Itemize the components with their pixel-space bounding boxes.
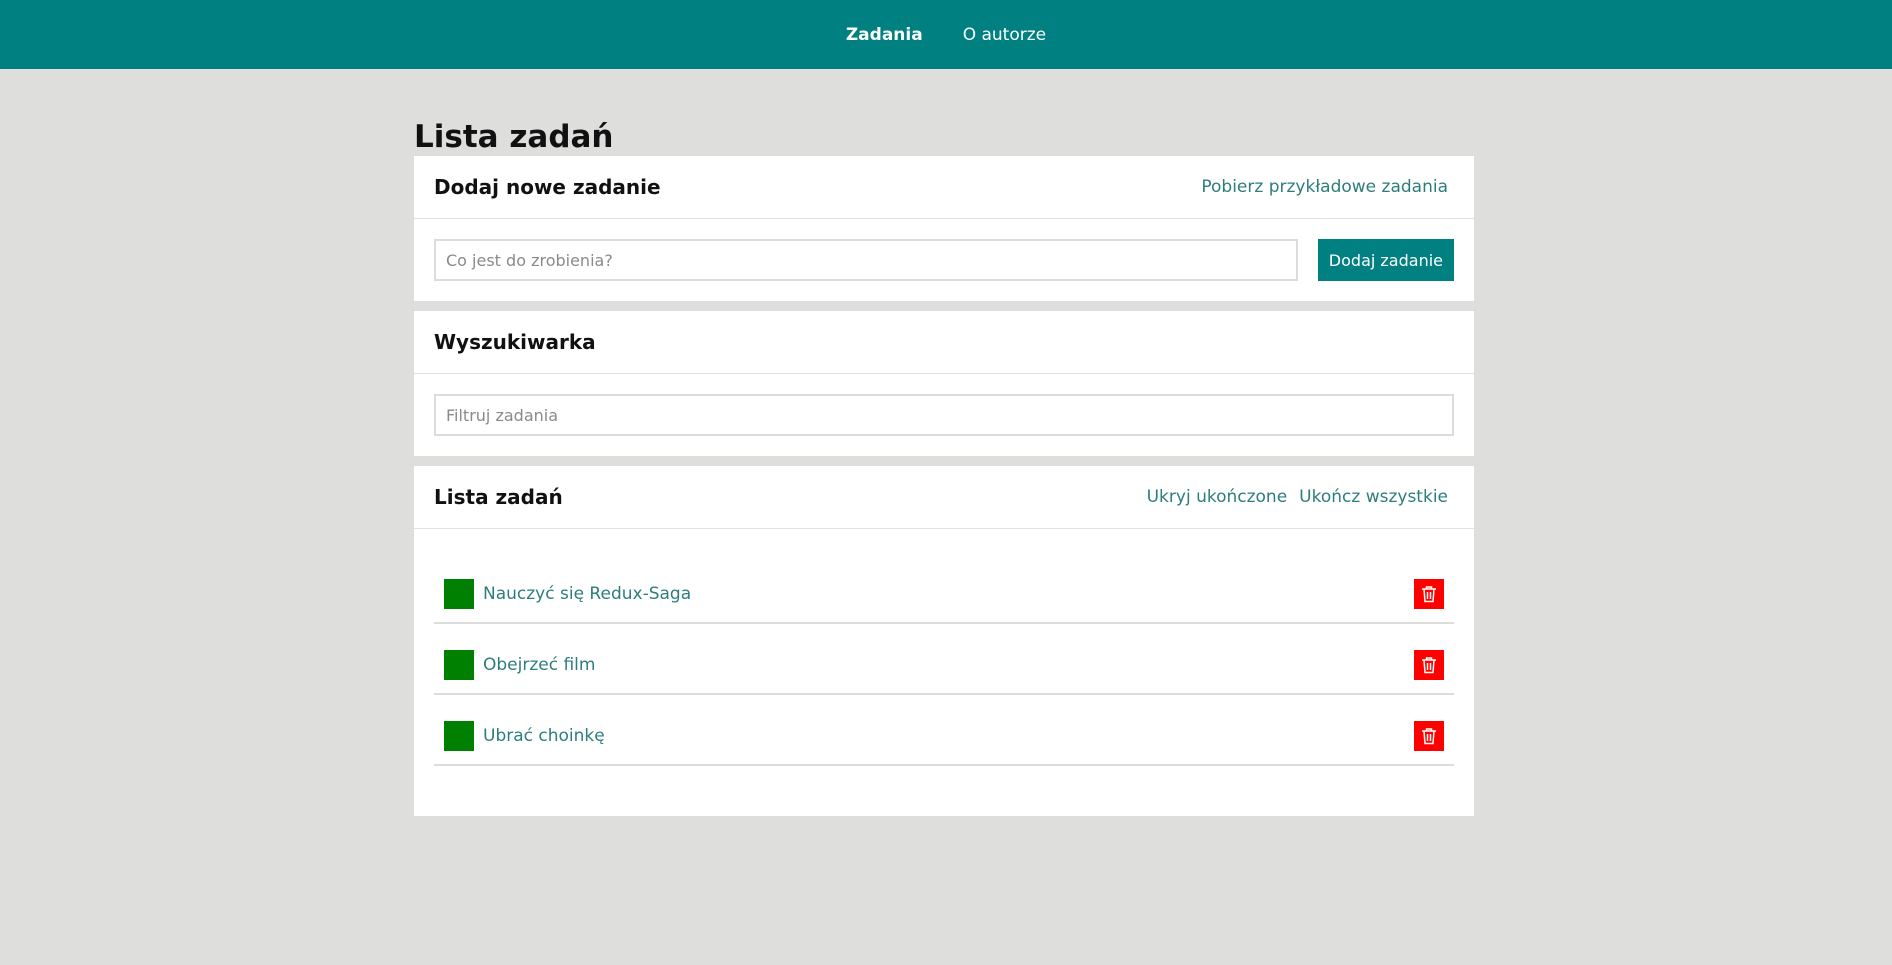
filter-tasks-input[interactable] — [434, 394, 1454, 436]
nav-link-tasks[interactable]: Zadania — [846, 25, 923, 45]
add-task-form: Dodaj zadanie — [434, 239, 1454, 281]
task-toggle-done-button[interactable] — [444, 649, 474, 680]
task-remove-button[interactable] — [1414, 578, 1444, 609]
search-header: Wyszukiwarka — [414, 311, 1474, 374]
fetch-example-tasks-button[interactable]: Pobierz przykładowe zadania — [1201, 177, 1448, 197]
search-row — [434, 394, 1454, 436]
add-task-title: Dodaj nowe zadanie — [434, 175, 661, 199]
search-body — [414, 374, 1474, 456]
add-task-section: Dodaj nowe zadanie Pobierz przykładowe z… — [414, 156, 1474, 301]
task-list: Nauczyć się Redux-Saga Obejrzeć film Ubr… — [414, 529, 1474, 816]
task-content: Nauczyć się Redux-Saga — [483, 583, 692, 604]
task-list-title: Lista zadań — [434, 485, 563, 509]
top-navigation: Zadania O autorze — [0, 0, 1892, 69]
trash-icon — [1422, 727, 1436, 744]
complete-all-button[interactable]: Ukończ wszystkie — [1299, 487, 1448, 507]
nav-link-author[interactable]: O autorze — [963, 25, 1046, 45]
main-container: Lista zadań Dodaj nowe zadanie Pobierz p… — [414, 69, 1474, 826]
task-content: Ubrać choinkę — [483, 725, 605, 746]
page-title: Lista zadań — [414, 119, 614, 155]
trash-icon — [1422, 656, 1436, 673]
task-remove-button[interactable] — [1414, 649, 1444, 680]
search-section: Wyszukiwarka — [414, 311, 1474, 456]
task-item: Ubrać choinkę — [434, 695, 1454, 766]
trash-icon — [1422, 585, 1436, 602]
add-task-button[interactable]: Dodaj zadanie — [1317, 239, 1454, 281]
task-list-section: Lista zadań Ukryj ukończone Ukończ wszys… — [414, 466, 1474, 816]
new-task-input[interactable] — [434, 239, 1298, 281]
add-task-body: Dodaj zadanie — [414, 219, 1474, 301]
add-task-header: Dodaj nowe zadanie Pobierz przykładowe z… — [414, 156, 1474, 219]
task-content: Obejrzeć film — [483, 654, 596, 675]
task-toggle-done-button[interactable] — [444, 720, 474, 751]
task-list-header: Lista zadań Ukryj ukończone Ukończ wszys… — [414, 466, 1474, 529]
task-list-actions: Ukryj ukończone Ukończ wszystkie — [1147, 487, 1448, 507]
task-remove-button[interactable] — [1414, 720, 1444, 751]
search-title: Wyszukiwarka — [434, 330, 596, 354]
hide-done-button[interactable]: Ukryj ukończone — [1147, 487, 1288, 507]
task-item: Nauczyć się Redux-Saga — [434, 553, 1454, 624]
task-toggle-done-button[interactable] — [444, 578, 474, 609]
task-item: Obejrzeć film — [434, 624, 1454, 695]
